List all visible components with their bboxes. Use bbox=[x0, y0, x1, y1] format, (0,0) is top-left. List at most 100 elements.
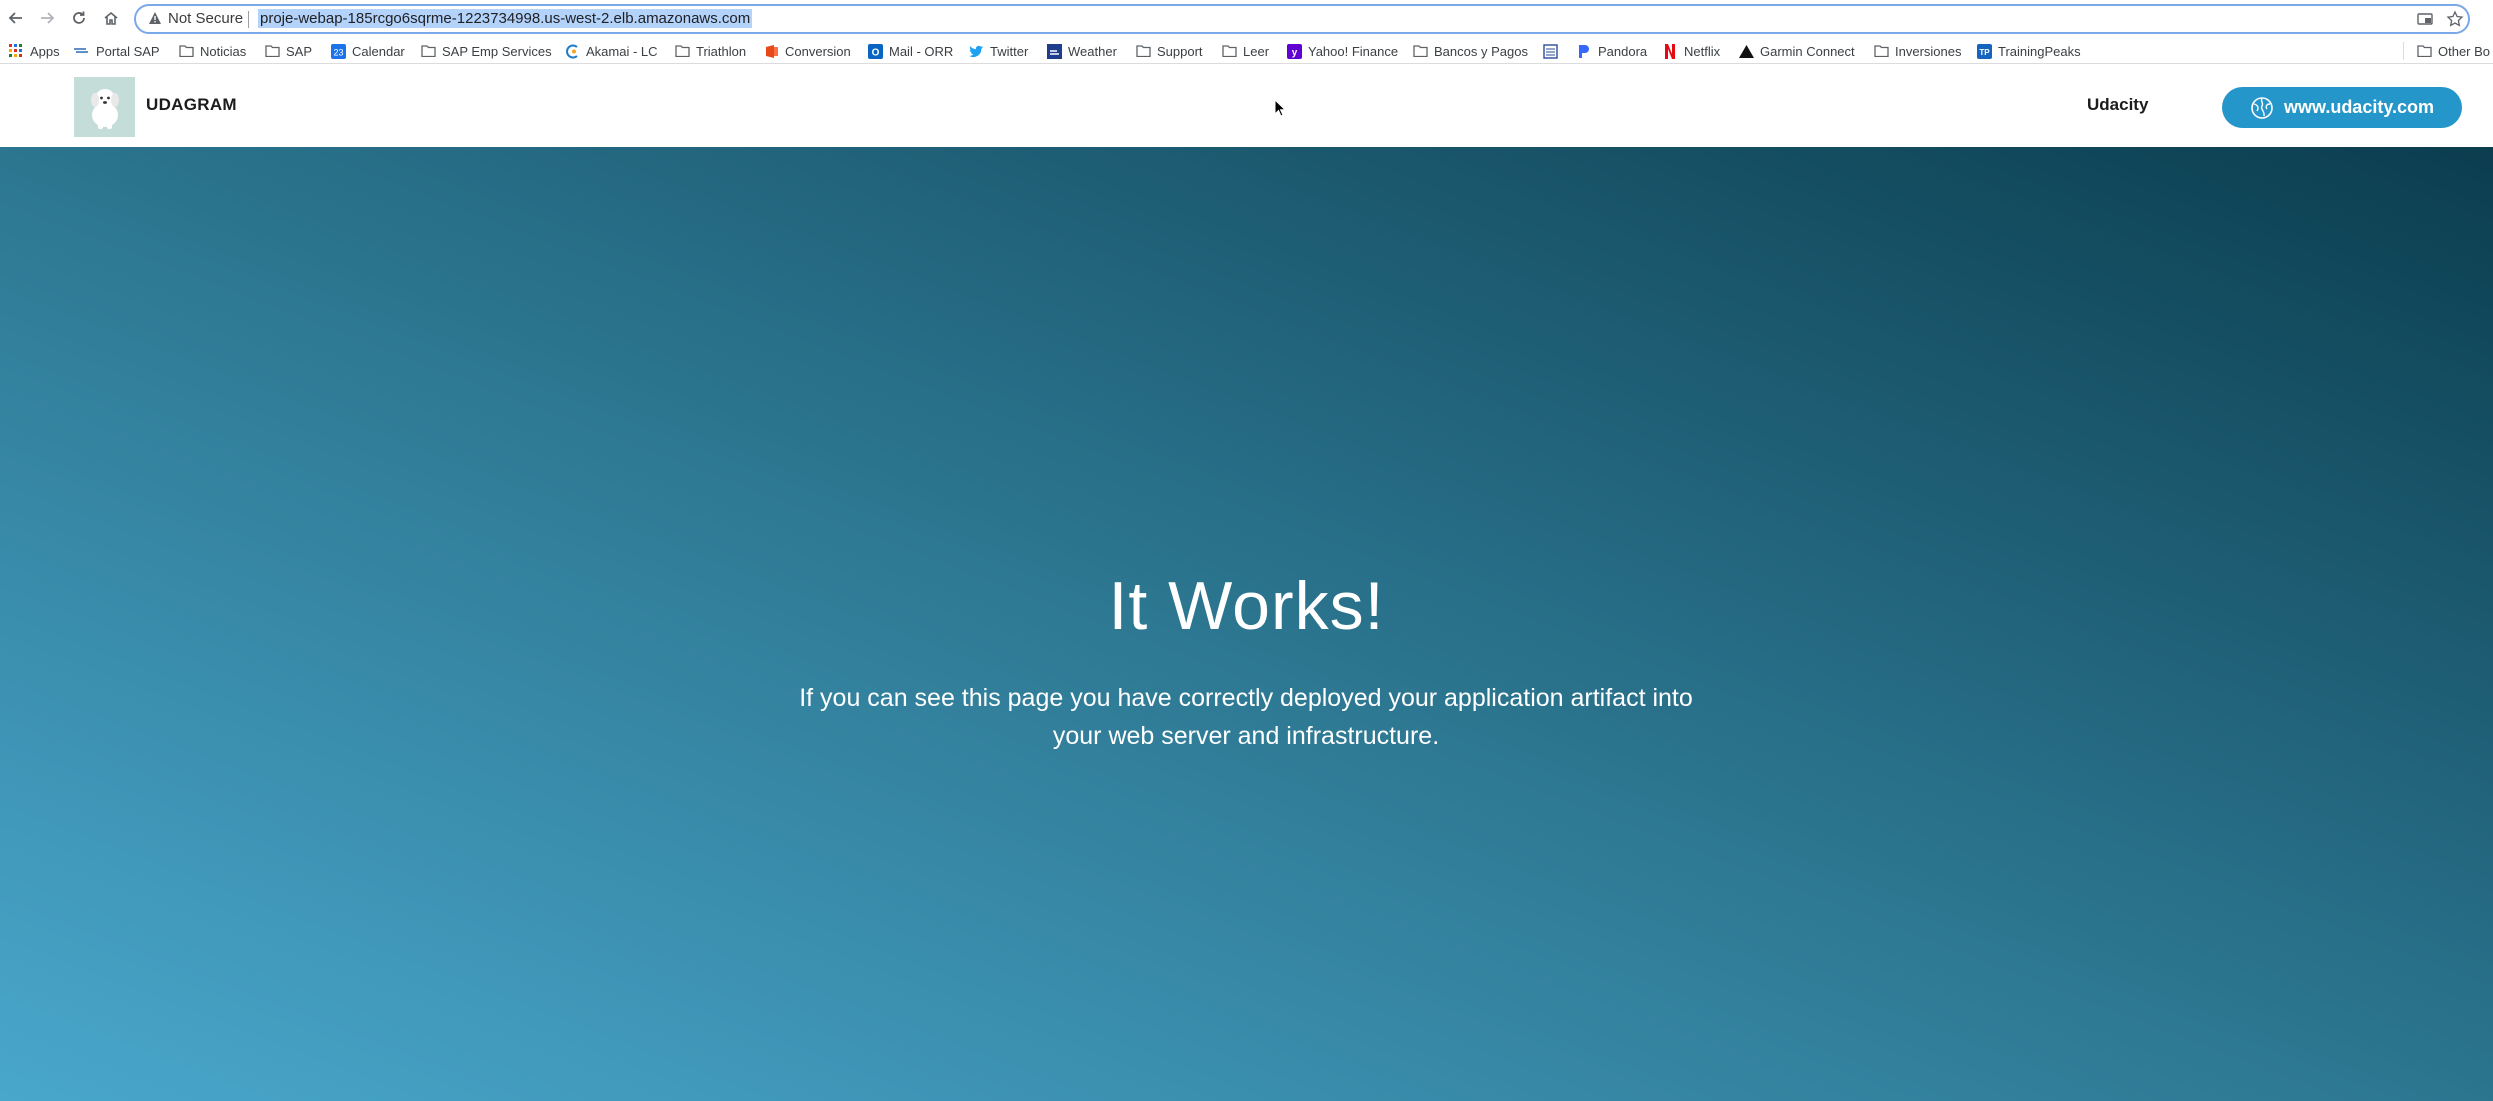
bookmark-item[interactable]: SAP bbox=[264, 40, 312, 62]
forward-button[interactable] bbox=[34, 5, 60, 31]
bookmark-label: Leer bbox=[1243, 43, 1270, 59]
bookmark-item[interactable]: Netflix bbox=[1662, 40, 1720, 62]
udacity-website-button[interactable]: www.udacity.com bbox=[2222, 87, 2462, 128]
home-button[interactable] bbox=[98, 5, 124, 31]
bookmark-item[interactable]: Support bbox=[1135, 40, 1203, 62]
bookmark-item[interactable]: Weather bbox=[1046, 40, 1117, 62]
browser-toolbar: Not Secure proje-webap-185rcgo6sqrme-122… bbox=[0, 0, 2493, 38]
bookmark-label: Calendar bbox=[352, 43, 405, 59]
bookmark-label: TrainingPeaks bbox=[1998, 43, 2081, 59]
reload-button[interactable] bbox=[66, 5, 92, 31]
bookmark-item[interactable]: 23 Calendar bbox=[330, 40, 405, 62]
svg-text:y: y bbox=[1291, 47, 1297, 58]
bookmark-label: Pandora bbox=[1598, 43, 1648, 59]
other-bookmarks[interactable]: Other Bo bbox=[2416, 40, 2490, 62]
yahoo-icon: y bbox=[1286, 43, 1302, 59]
bookmark-label: Yahoo! Finance bbox=[1308, 43, 1399, 59]
trainingpeaks-icon: TP bbox=[1976, 43, 1992, 59]
bookmark-item[interactable]: Garmin Connect bbox=[1738, 40, 1855, 62]
bookmark-item[interactable]: y Yahoo! Finance bbox=[1286, 40, 1398, 62]
twitter-icon bbox=[968, 43, 984, 59]
bookmark-label: Apps bbox=[30, 43, 60, 59]
akamai-icon bbox=[564, 43, 580, 59]
home-icon bbox=[104, 11, 118, 25]
bookmark-item[interactable]: Portal SAP bbox=[74, 40, 160, 62]
star-icon[interactable] bbox=[2446, 10, 2464, 28]
bookmark-item[interactable]: O Mail - ORR bbox=[867, 40, 953, 62]
folder-icon bbox=[264, 43, 280, 59]
back-button[interactable] bbox=[3, 5, 29, 31]
bookmark-item[interactable]: TP TrainingPeaks bbox=[1976, 40, 2081, 62]
folder-icon bbox=[1221, 43, 1237, 59]
bookmark-label: SAP bbox=[286, 43, 313, 59]
bookmark-item[interactable]: Noticias bbox=[178, 40, 246, 62]
bookmark-label: Inversiones bbox=[1895, 43, 1962, 59]
brand-name[interactable]: UDAGRAM bbox=[146, 95, 237, 115]
bookmark-item[interactable]: Leer bbox=[1221, 40, 1269, 62]
reload-icon bbox=[73, 11, 85, 24]
folder-icon bbox=[1135, 43, 1151, 59]
security-label[interactable]: Not Secure bbox=[168, 10, 243, 27]
folder-icon bbox=[1873, 43, 1889, 59]
bookmark-label: Akamai - LC bbox=[586, 43, 658, 59]
folder-icon bbox=[1412, 43, 1428, 59]
cast-icon[interactable] bbox=[2416, 10, 2434, 28]
bookmark-label: Portal SAP bbox=[96, 43, 160, 59]
bookmark-item[interactable]: Twitter bbox=[968, 40, 1028, 62]
forward-arrow-icon bbox=[41, 12, 55, 24]
bookmark-item[interactable]: Akamai - LC bbox=[564, 40, 658, 62]
sap-portal-icon bbox=[74, 43, 90, 59]
bookmark-label: Mail - ORR bbox=[889, 43, 954, 59]
pandora-icon bbox=[1576, 43, 1592, 59]
bookmark-label: SAP Emp Services bbox=[442, 43, 552, 59]
bookmark-label: Bancos y Pagos bbox=[1434, 43, 1528, 59]
folder-icon bbox=[420, 43, 436, 59]
address-bar[interactable]: Not Secure proje-webap-185rcgo6sqrme-122… bbox=[134, 4, 2470, 34]
logo[interactable] bbox=[74, 77, 135, 137]
bookmark-item[interactable] bbox=[1542, 40, 1558, 62]
hero-section: It Works! If you can see this page you h… bbox=[0, 147, 2493, 1101]
bookmark-label: Weather bbox=[1068, 43, 1117, 59]
site-favicon-icon bbox=[1542, 43, 1558, 59]
bookmark-label: Support bbox=[1157, 43, 1203, 59]
bookmark-item[interactable]: Inversiones bbox=[1873, 40, 1961, 62]
bookmark-item[interactable]: Bancos y Pagos bbox=[1412, 40, 1528, 62]
bookmark-label: Garmin Connect bbox=[1760, 43, 1855, 59]
bookmark-label: Noticias bbox=[200, 43, 247, 59]
bookmark-item[interactable]: Apps bbox=[8, 40, 60, 62]
outlook-icon: O bbox=[867, 43, 883, 59]
svg-text:23: 23 bbox=[333, 47, 343, 57]
cta-label: www.udacity.com bbox=[2283, 97, 2435, 117]
bookmark-item[interactable]: Pandora bbox=[1576, 40, 1647, 62]
bookmark-item[interactable]: SAP Emp Services bbox=[420, 40, 552, 62]
bookmarks-bar: Apps Portal SAP Noticias SAP 23 Calendar… bbox=[0, 38, 2493, 64]
bookmarks-divider bbox=[2403, 42, 2404, 60]
bookmark-label: Netflix bbox=[1684, 43, 1721, 59]
other-bookmarks-label: Other Bo bbox=[2438, 43, 2491, 59]
folder-icon bbox=[178, 43, 194, 59]
office-icon bbox=[763, 43, 779, 59]
bookmark-label: Triathlon bbox=[696, 43, 747, 59]
warning-triangle-icon bbox=[149, 12, 161, 24]
mouse-cursor-icon bbox=[1274, 99, 1286, 117]
svg-text:TP: TP bbox=[1979, 48, 1990, 57]
omnibox-separator bbox=[248, 11, 249, 28]
url-text[interactable]: proje-webap-185rcgo6sqrme-1223734998.us-… bbox=[258, 9, 753, 28]
hero-title: It Works! bbox=[1108, 568, 1385, 644]
back-arrow-icon bbox=[8, 12, 22, 24]
site-header: UDAGRAM Udacity www.udacity.com bbox=[0, 64, 2493, 147]
svg-text:O: O bbox=[871, 47, 879, 58]
bookmark-label: Conversion bbox=[785, 43, 851, 59]
dog-logo-icon bbox=[90, 89, 119, 129]
bookmark-item[interactable]: Triathlon bbox=[674, 40, 746, 62]
globe-icon bbox=[2251, 96, 2273, 119]
folder-icon bbox=[2416, 43, 2432, 59]
folder-icon bbox=[674, 43, 690, 59]
nav-link-udacity[interactable]: Udacity bbox=[2087, 95, 2148, 115]
bookmark-item[interactable]: Conversion bbox=[763, 40, 851, 62]
calendar-icon: 23 bbox=[330, 43, 346, 59]
apps-grid-icon bbox=[8, 43, 24, 59]
garmin-icon bbox=[1738, 43, 1754, 59]
weather-icon bbox=[1046, 43, 1062, 59]
hero-description: If you can see this page you have correc… bbox=[799, 684, 1693, 750]
